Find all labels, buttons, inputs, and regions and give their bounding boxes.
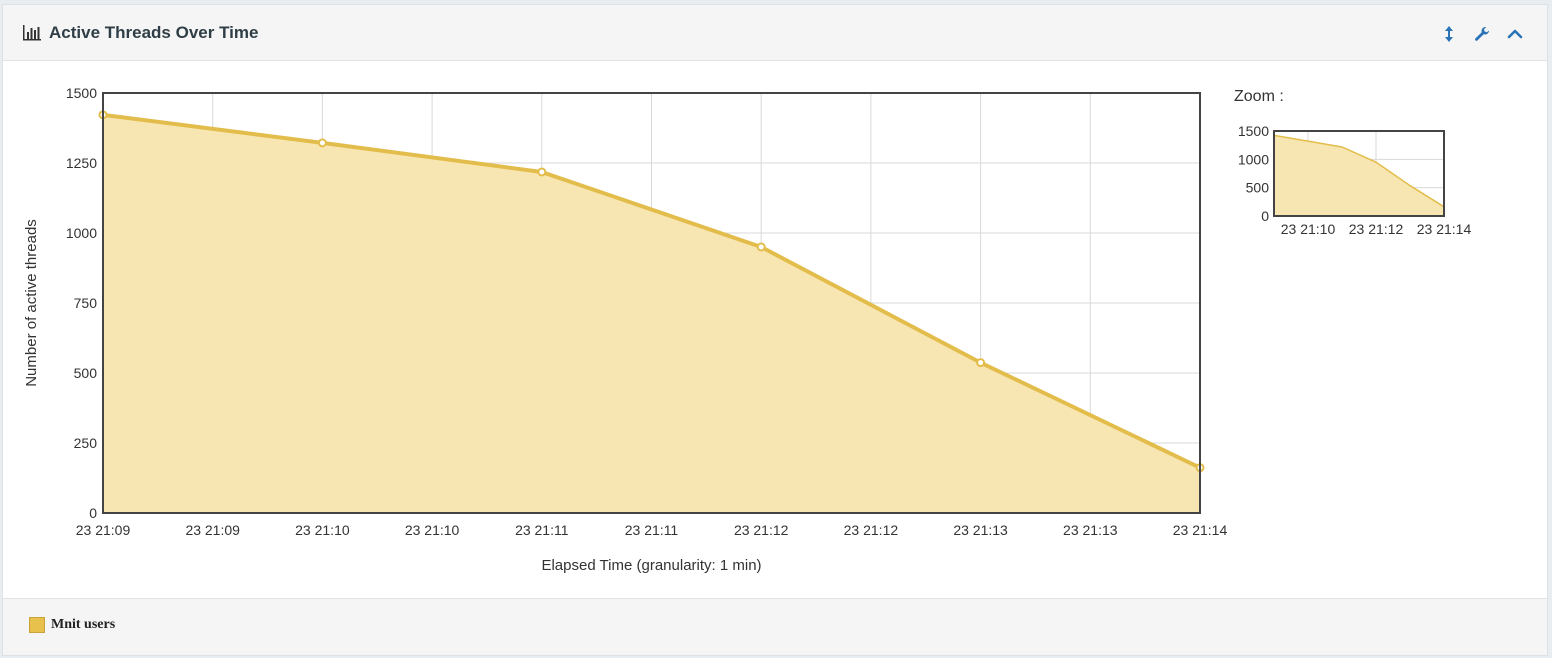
x-tick-label: 23 21:10	[405, 522, 460, 538]
y-axis-label: Number of active threads	[23, 219, 40, 387]
legend: Mnit users	[3, 598, 1547, 655]
panel-header: Active Threads Over Time	[3, 5, 1547, 61]
chevron-up-icon[interactable]	[1506, 25, 1524, 43]
chart-area: 0 250 500 750 1000 1250 1500 23 21:09 23 21:09 2…	[3, 61, 1547, 598]
y-tick-label: 1250	[66, 155, 97, 171]
zoom-y-tick-label: 0	[1261, 208, 1269, 224]
x-tick-label: 23 21:12	[734, 522, 789, 538]
zoom-y-tick-label: 1000	[1238, 151, 1269, 167]
x-tick-label: 23 21:09	[76, 522, 131, 538]
y-tick-label: 0	[89, 505, 97, 521]
zoom-x-tick-label: 23 21:10	[1281, 221, 1336, 237]
chart-canvas: 0 250 500 750 1000 1250 1500 23 21:09 23 21:09 2…	[23, 85, 1471, 574]
data-point	[317, 138, 327, 148]
y-tick-label: 750	[74, 295, 98, 311]
x-tick-label: 23 21:09	[185, 522, 240, 538]
main-chart[interactable]: 0 250 500 750 1000 1250 1500 23 21:09 23 21:09 2…	[23, 85, 1227, 574]
x-tick-label: 23 21:12	[844, 522, 899, 538]
zoom-y-tick-label: 1500	[1238, 123, 1269, 139]
wrench-icon[interactable]	[1473, 25, 1491, 43]
zoom-x-tick-label: 23 21:14	[1417, 221, 1472, 237]
data-point	[976, 358, 986, 368]
x-tick-label: 23 21:11	[625, 522, 679, 538]
active-threads-panel: Active Threads Over Time 0 250 500 750 1000 1…	[2, 4, 1548, 656]
data-point	[537, 167, 547, 177]
y-tick-label: 1000	[66, 225, 97, 241]
x-axis-label: Elapsed Time (granularity: 1 min)	[541, 557, 761, 574]
legend-swatch	[29, 617, 45, 633]
y-tick-label: 500	[74, 365, 98, 381]
x-tick-label: 23 21:10	[295, 522, 350, 538]
data-point	[756, 242, 766, 252]
y-tick-label: 250	[74, 435, 98, 451]
zoom-x-tick-label: 23 21:12	[1349, 221, 1404, 237]
x-tick-label: 23 21:13	[1063, 522, 1118, 538]
y-tick-label: 1500	[66, 85, 97, 101]
zoom-chart[interactable]: Zoom : 0 500 1000 1500 23 21:10 23 21:12 23 2…	[1234, 88, 1471, 237]
zoom-y-tick-label: 500	[1246, 180, 1270, 196]
zoom-area-fill	[1274, 135, 1444, 216]
zoom-title: Zoom :	[1234, 88, 1284, 105]
panel-title: Active Threads Over Time	[49, 23, 259, 42]
x-tick-label: 23 21:14	[1173, 522, 1228, 538]
resize-vertical-icon[interactable]	[1440, 25, 1458, 43]
legend-label[interactable]: Mnit users	[51, 617, 115, 633]
bar-chart-icon	[23, 25, 41, 41]
x-tick-label: 23 21:13	[953, 522, 1008, 538]
x-tick-label: 23 21:11	[515, 522, 569, 538]
